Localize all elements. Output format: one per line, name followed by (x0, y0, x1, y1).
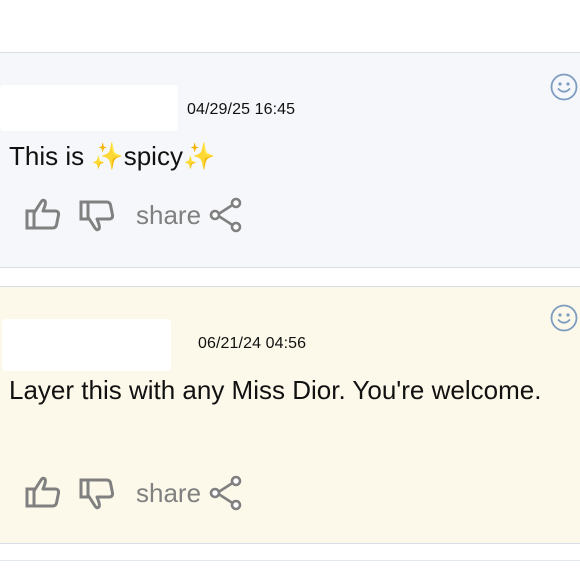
smiley-icon[interactable] (550, 304, 578, 332)
share-icon (209, 475, 242, 511)
comment-card: 04/29/25 16:45 This is ✨spicy✨ share (0, 52, 580, 268)
comment-actions: share (24, 195, 243, 235)
share-button[interactable]: share (136, 197, 243, 233)
share-button[interactable]: share (136, 475, 243, 511)
smiley-icon[interactable] (550, 73, 578, 101)
comment-text: Layer this with any Miss Dior. You're we… (9, 375, 542, 405)
thumbs-up-icon[interactable] (24, 475, 64, 511)
next-comment-edge (0, 560, 580, 580)
comment-actions: share (24, 473, 243, 513)
share-label: share (136, 477, 202, 508)
username-placeholder (0, 85, 178, 131)
thumbs-up-icon[interactable] (24, 197, 64, 233)
thumbs-down-icon[interactable] (78, 475, 118, 511)
username-placeholder (2, 319, 171, 371)
comment-date: 06/21/24 04:56 (198, 335, 307, 352)
share-icon (209, 197, 242, 233)
comment-date: 04/29/25 16:45 (187, 101, 296, 118)
share-label: share (136, 199, 202, 230)
thumbs-down-icon[interactable] (78, 197, 118, 233)
comment-text: This is ✨spicy✨ (9, 141, 216, 171)
comments-page: 04/29/25 16:45 This is ✨spicy✨ share 06/… (0, 0, 580, 580)
comment-card: 06/21/24 04:56 Layer this with any Miss … (0, 286, 580, 544)
